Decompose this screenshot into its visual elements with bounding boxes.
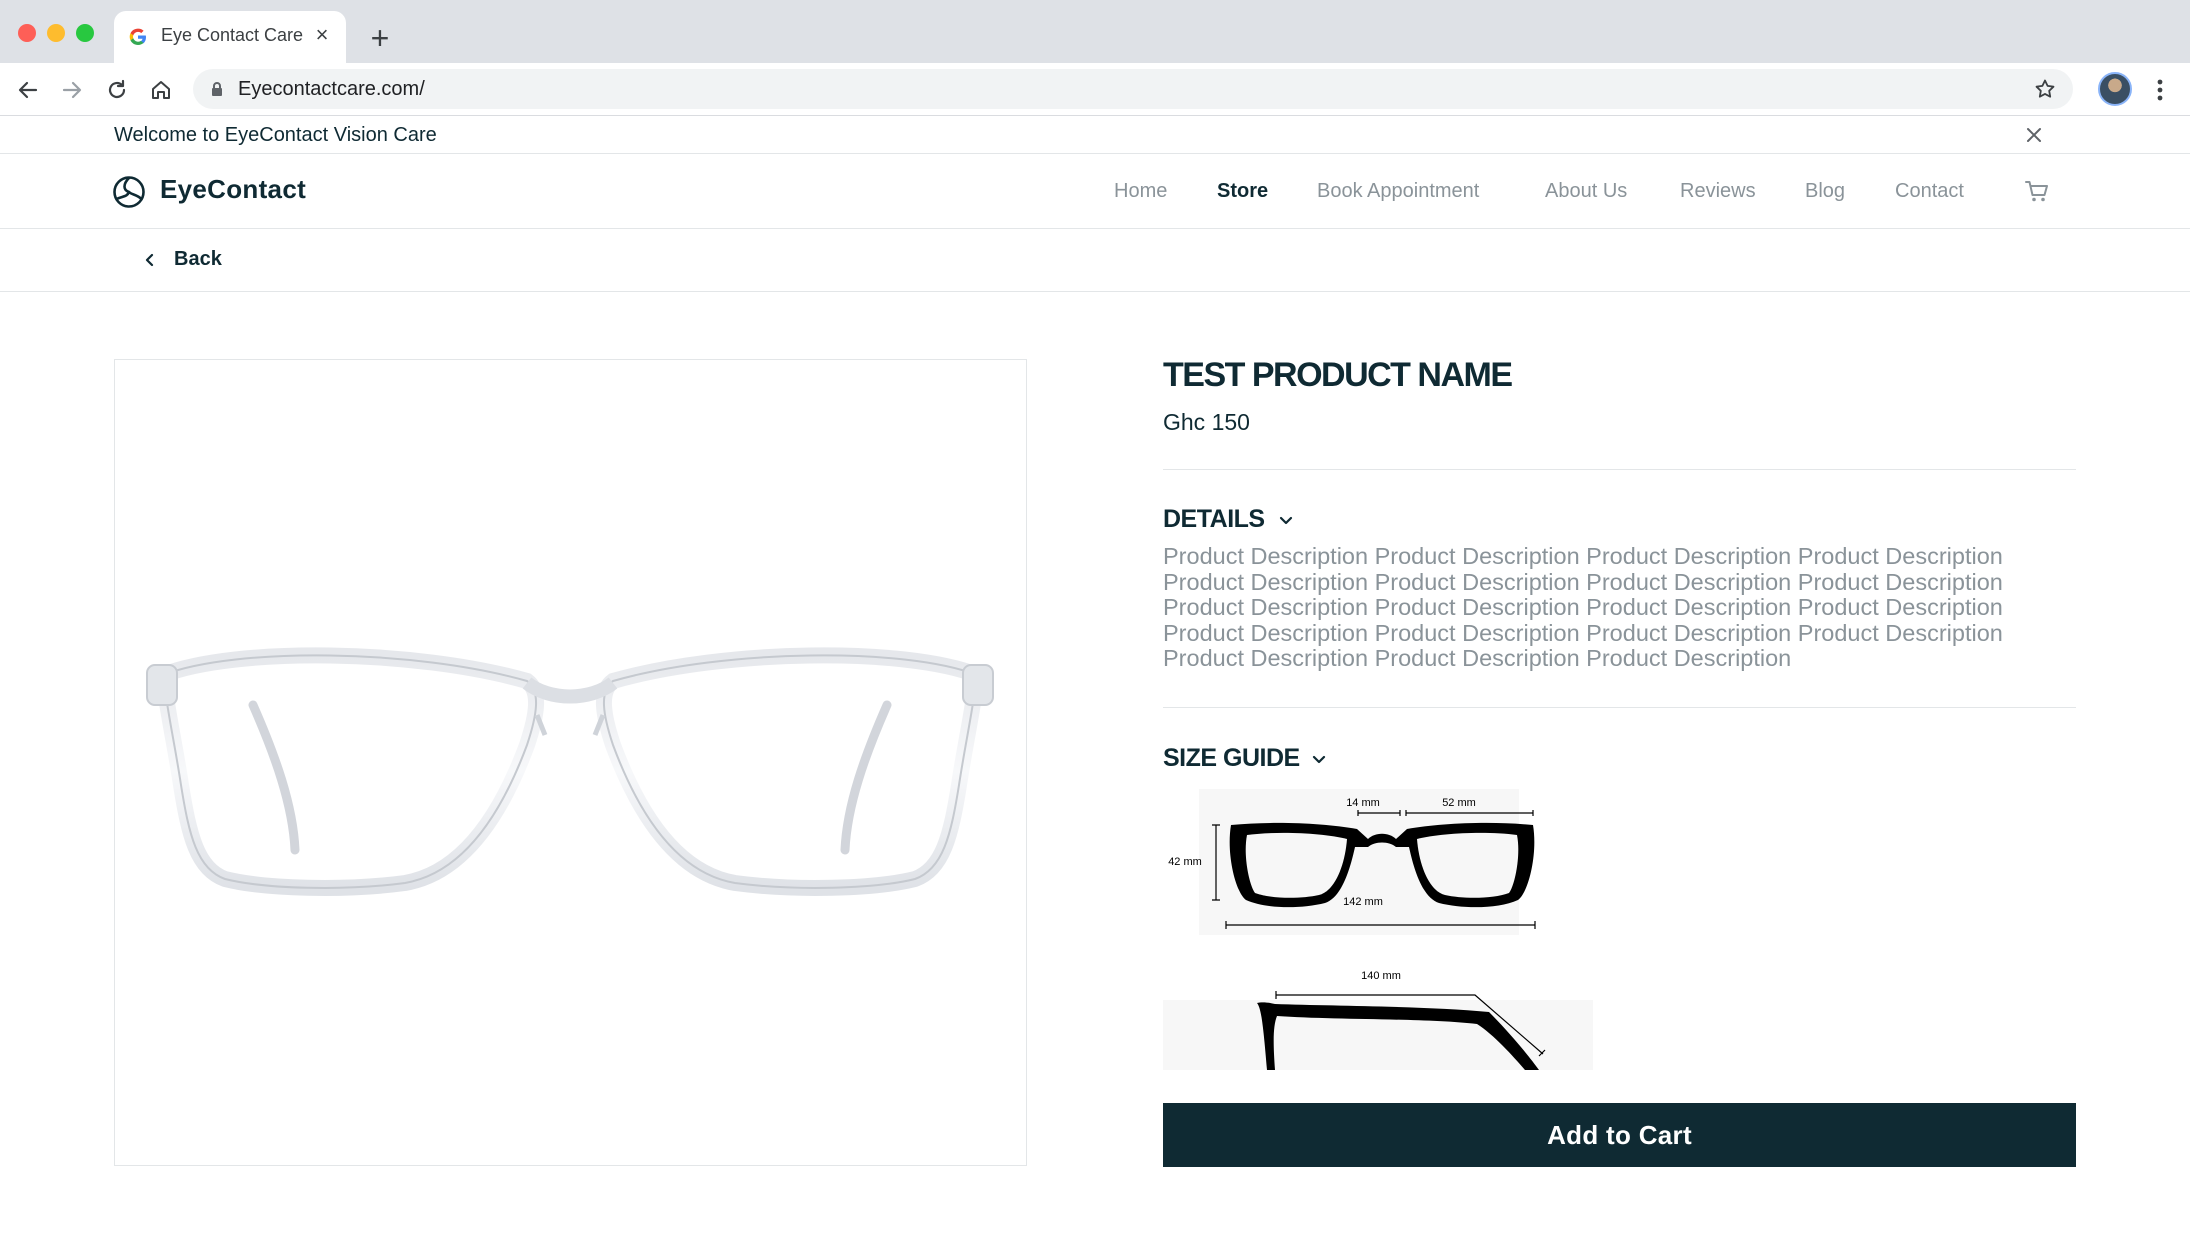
lens-width-measure: 52 mm bbox=[1442, 797, 1476, 809]
nav-home[interactable]: Home bbox=[1114, 180, 1167, 203]
nav-book-appointment[interactable]: Book Appointment bbox=[1317, 180, 1479, 203]
welcome-text: Welcome to EyeContact Vision Care bbox=[114, 124, 437, 146]
eyecontact-logo-icon[interactable] bbox=[112, 175, 146, 209]
forward-arrow-icon[interactable] bbox=[58, 76, 86, 104]
new-tab-plus-icon[interactable]: + bbox=[362, 20, 398, 56]
window-maximize-button[interactable] bbox=[76, 24, 94, 42]
description-line: Product Description Product Description … bbox=[1163, 568, 2003, 595]
description-line: Product Description Product Description … bbox=[1163, 543, 2003, 569]
home-icon[interactable] bbox=[147, 76, 175, 104]
back-link[interactable]: Back bbox=[174, 248, 222, 271]
description-line: Product Description Product Description … bbox=[1163, 594, 2003, 620]
cart-icon[interactable] bbox=[2024, 178, 2050, 204]
window-minimize-button[interactable] bbox=[47, 24, 65, 42]
tab-close-icon[interactable]: × bbox=[311, 24, 333, 46]
nav-store[interactable]: Store bbox=[1217, 180, 1268, 203]
divider bbox=[1163, 469, 2076, 470]
product-description: Product Description Product Description … bbox=[1163, 543, 2083, 672]
browser-tab[interactable]: Eye Contact Care × bbox=[114, 11, 346, 63]
chevron-left-icon[interactable] bbox=[142, 251, 158, 269]
chevron-down-icon[interactable] bbox=[1278, 512, 1294, 528]
profile-avatar[interactable] bbox=[2098, 72, 2132, 106]
description-line: Product Description Product Description … bbox=[1163, 645, 1792, 671]
lens-height-measure: 42 mm bbox=[1168, 856, 1202, 868]
url-text: Eyecontactcare.com/ bbox=[238, 78, 425, 100]
back-arrow-icon[interactable] bbox=[14, 76, 42, 104]
temple-length-measure: 140 mm bbox=[1361, 970, 1401, 982]
bridge-measure: 14 mm bbox=[1346, 797, 1380, 809]
product-image bbox=[114, 359, 1027, 1166]
bookmark-star-icon[interactable] bbox=[2033, 77, 2057, 101]
tab-title: Eye Contact Care bbox=[161, 25, 304, 45]
back-bar: Back bbox=[0, 229, 2190, 292]
product-title: TEST PRODUCT NAME bbox=[1163, 356, 1513, 394]
window-close-button[interactable] bbox=[18, 24, 36, 42]
description-line: Product Description Product Description … bbox=[1163, 619, 2003, 646]
nav-reviews[interactable]: Reviews bbox=[1680, 180, 1756, 203]
add-to-cart-button[interactable]: Add to Cart bbox=[1163, 1103, 2076, 1167]
chevron-down-icon[interactable] bbox=[1311, 751, 1327, 767]
google-favicon bbox=[129, 28, 146, 45]
divider bbox=[1163, 707, 2076, 708]
frame-width-measure: 142 mm bbox=[1343, 896, 1383, 908]
kebab-menu-icon[interactable] bbox=[2150, 76, 2170, 104]
browser-tab-strip: Eye Contact Care × + bbox=[0, 0, 2190, 63]
nav-about-us[interactable]: About Us bbox=[1545, 180, 1627, 203]
browser-toolbar: Eyecontactcare.com/ bbox=[0, 63, 2190, 116]
details-heading[interactable]: DETAILS bbox=[1163, 505, 1265, 534]
site-header: EyeContact Home Store Book Appointment A… bbox=[0, 154, 2190, 229]
lock-icon bbox=[212, 82, 222, 96]
address-bar[interactable]: Eyecontactcare.com/ bbox=[193, 69, 2073, 109]
size-guide-front-diagram: 14 mm 52 mm 42 mm 142 mm bbox=[1168, 789, 1536, 935]
welcome-banner: Welcome to EyeContact Vision Care bbox=[0, 116, 2190, 154]
close-icon[interactable] bbox=[2022, 123, 2046, 147]
nav-contact[interactable]: Contact bbox=[1895, 180, 1964, 203]
brand-name[interactable]: EyeContact bbox=[160, 174, 306, 205]
product-price: Ghc 150 bbox=[1163, 409, 1250, 435]
nav-blog[interactable]: Blog bbox=[1805, 180, 1845, 203]
size-guide-heading[interactable]: SIZE GUIDE bbox=[1163, 744, 1300, 773]
size-guide-side-diagram: 140 mm bbox=[1163, 970, 1593, 1070]
reload-icon[interactable] bbox=[103, 76, 131, 104]
eyeglasses-image bbox=[146, 647, 994, 896]
